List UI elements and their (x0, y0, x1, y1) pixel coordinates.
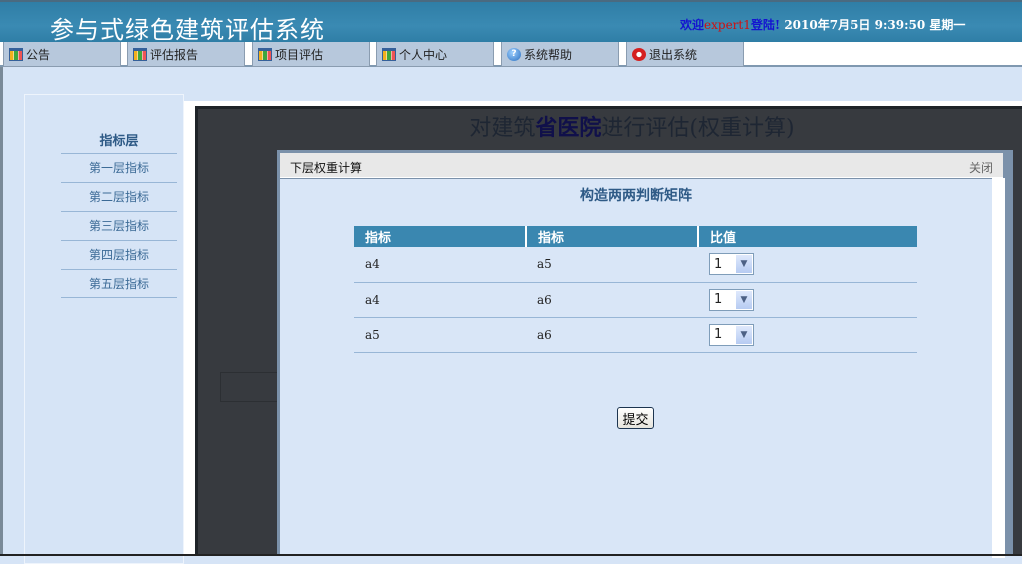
sidebar-item-level-2[interactable]: 第二层指标 (61, 182, 177, 211)
tab-report[interactable]: 评估报告 (127, 42, 245, 67)
exit-icon (632, 47, 646, 61)
left-border (0, 67, 3, 556)
table-row: a4 a6 1 ▼ (354, 282, 917, 318)
chevron-down-icon: ▼ (736, 255, 752, 274)
sidebar-item-level-5[interactable]: 第五层指标 (61, 269, 177, 298)
ratio-cell: 1 ▼ (698, 282, 917, 318)
username: expert1 (704, 18, 751, 32)
ratio-value: 1 (714, 256, 723, 272)
welcome-text: 欢迎 (680, 18, 705, 32)
indicator-a: a4 (354, 282, 526, 318)
tab-personal[interactable]: 个人中心 (376, 42, 494, 67)
tab-announcement[interactable]: 公告 (3, 42, 121, 67)
chart-icon (382, 47, 396, 61)
tab-help[interactable]: ? 系统帮助 (501, 42, 619, 67)
column-header: 指标 (525, 226, 698, 247)
ratio-value: 1 (714, 292, 723, 307)
tab-label: 公告 (26, 47, 51, 62)
chart-icon (258, 47, 272, 61)
dialog-body: 构造两两判断矩阵 指标 指标 比值 a4 a5 1 ▼ a4 a6 1 ▼ a5 a… (280, 179, 992, 556)
dialog-scroll-strip (992, 178, 1005, 558)
matrix-title: 构造两两判断矩阵 (580, 188, 692, 204)
tab-label: 退出系统 (649, 47, 698, 62)
submit-button[interactable]: 提交 (617, 407, 654, 429)
tab-label: 个人中心 (399, 47, 448, 62)
user-info: 欢迎expert1登陆! 2010年7月5日 9:39:50 星期一 (680, 16, 965, 33)
sidebar-item-level-1[interactable]: 第一层指标 (61, 153, 177, 182)
heading-text: 进行评估(权重计算) (601, 116, 795, 141)
page-heading: 对建筑省医院进行评估(权重计算) (196, 110, 1022, 142)
weight-calc-dialog: 下层权重计算 关闭 构造两两判断矩阵 指标 指标 比值 a4 a5 1 ▼ a4 … (277, 150, 1013, 558)
dialog-title: 下层权重计算 (290, 161, 363, 175)
sidebar-title: 指标层 (99, 134, 139, 149)
indicator-b: a5 (526, 247, 698, 283)
main-nav: 公告 评估报告 项目评估 个人中心 ? 系统帮助 退出系统 (0, 42, 1022, 67)
sidebar-item-level-3[interactable]: 第三层指标 (61, 211, 177, 240)
app-title: 参与式绿色建筑评估系统 (50, 16, 325, 44)
sidebar: 指标层 第一层指标 第二层指标 第三层指标 第四层指标 第五层指标 (24, 94, 184, 564)
ratio-select[interactable]: 1 ▼ (709, 253, 754, 276)
tab-label: 项目评估 (275, 47, 324, 62)
tab-logout[interactable]: 退出系统 (626, 42, 744, 67)
indicator-b: a6 (526, 282, 698, 318)
heading-text: 对建筑 (469, 116, 536, 141)
login-text: 登陆! (750, 18, 781, 32)
help-icon: ? (507, 47, 521, 61)
comparison-matrix: 指标 指标 比值 a4 a5 1 ▼ a4 a6 1 ▼ a5 a6 1 ▼ (354, 226, 917, 353)
close-button[interactable]: 关闭 (969, 159, 993, 176)
header-banner: 参与式绿色建筑评估系统 欢迎expert1登陆! 2010年7月5日 9:39:… (0, 0, 1022, 44)
table-row: a5 a6 1 ▼ (354, 317, 917, 353)
ratio-value: 1 (714, 327, 723, 342)
indicator-a: a5 (354, 317, 526, 353)
background-box (220, 372, 278, 402)
tab-label: 系统帮助 (524, 47, 573, 62)
building-name: 省医院 (535, 115, 602, 141)
dialog-titlebar: 下层权重计算 关闭 (280, 153, 1003, 178)
column-header: 比值 (697, 226, 917, 247)
tab-project-eval[interactable]: 项目评估 (252, 42, 370, 67)
chart-icon (9, 47, 23, 61)
datetime: 2010年7月5日 9:39:50 星期一 (780, 18, 966, 32)
chevron-down-icon: ▼ (736, 325, 752, 344)
tab-label: 评估报告 (150, 47, 199, 62)
indicator-b: a6 (526, 317, 698, 353)
ratio-select[interactable]: 1 ▼ (709, 288, 754, 311)
ratio-cell: 1 ▼ (698, 247, 917, 283)
ratio-select[interactable]: 1 ▼ (709, 323, 754, 346)
chevron-down-icon: ▼ (736, 290, 752, 309)
column-header: 指标 (354, 226, 526, 247)
ratio-cell: 1 ▼ (698, 317, 917, 353)
indicator-a: a4 (354, 247, 526, 283)
table-row: a4 a5 1 ▼ (354, 247, 917, 283)
chart-icon (133, 47, 147, 61)
sidebar-item-level-4[interactable]: 第四层指标 (61, 240, 177, 269)
